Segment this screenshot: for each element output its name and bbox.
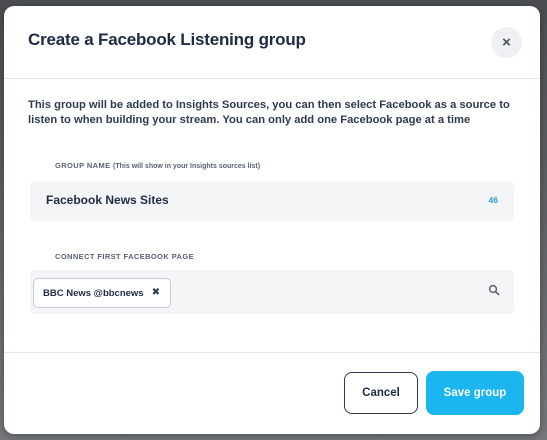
group-name-input[interactable]: Facebook News Sites 46 <box>30 181 514 221</box>
close-icon: × <box>502 34 511 51</box>
dialog-description: This group will be added to Insights Sou… <box>28 99 510 126</box>
group-name-value: Facebook News Sites <box>46 193 169 207</box>
cancel-button[interactable]: Cancel <box>344 372 418 414</box>
dialog-footer: Cancel Save group <box>4 352 540 434</box>
remove-chip-icon[interactable]: ✖ <box>152 288 160 298</box>
search-icon[interactable] <box>488 284 500 296</box>
group-name-label-text: GROUP NAME <box>55 161 111 170</box>
close-button[interactable]: × <box>491 27 522 58</box>
character-counter: 46 <box>488 195 498 205</box>
dialog-title: Create a Facebook Listening group <box>28 30 306 49</box>
connect-page-label: CONNECT FIRST FACEBOOK PAGE <box>55 252 194 261</box>
group-name-hint: (This will show in your Insights sources… <box>113 163 261 170</box>
selected-page-chip: BBC News @bbcnews ✖ <box>33 278 171 308</box>
dialog-header: Create a Facebook Listening group × <box>4 6 540 79</box>
create-facebook-group-dialog: Create a Facebook Listening group × This… <box>4 6 540 434</box>
save-group-button[interactable]: Save group <box>426 371 524 415</box>
group-name-label: GROUP NAME (This will show in your Insig… <box>55 161 260 170</box>
selected-page-chip-label: BBC News @bbcnews <box>43 287 144 299</box>
facebook-page-search-input[interactable]: BBC News @bbcnews ✖ <box>30 270 514 314</box>
